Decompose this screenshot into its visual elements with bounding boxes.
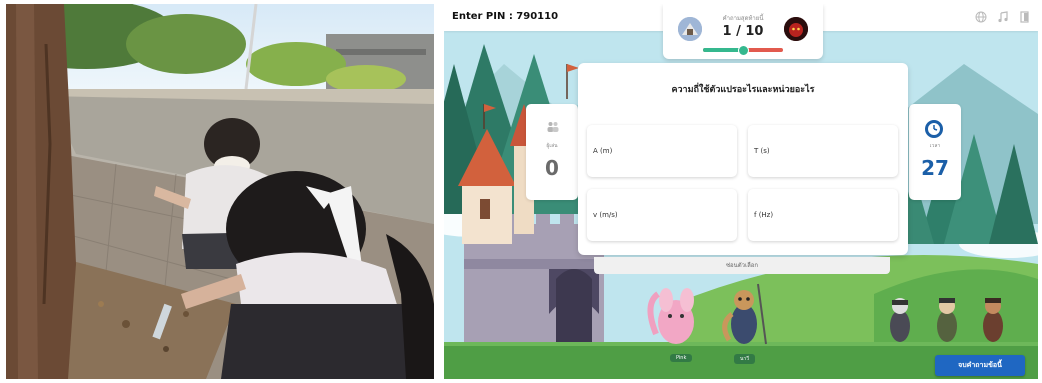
end-question-button[interactable]: จบคำถามข้อนี้ (935, 355, 1025, 376)
progress-marker (738, 45, 749, 56)
answer-label: T (s) (754, 147, 770, 155)
answer-label: A (m) (593, 147, 613, 155)
players-count: 0 (545, 156, 559, 180)
timer-caption: เวลา (929, 143, 941, 149)
answer-option-3[interactable]: v (m/s) (587, 189, 737, 241)
answer-label: f (Hz) (754, 211, 774, 219)
enemy-group (890, 298, 1003, 342)
boss-avatar (784, 17, 808, 41)
exit-icon[interactable] (1018, 10, 1032, 24)
players-card: ผู้เล่น 0 (526, 104, 578, 200)
classroom-photo (6, 4, 434, 379)
answer-option-4[interactable]: f (Hz) (748, 189, 898, 241)
clock-icon (925, 120, 943, 138)
character-label-pink: Pink (670, 354, 693, 362)
question-text: ความถี่ใช้ตัวแปรอะไรและหน่วยอะไร (671, 85, 815, 95)
answer-option-1[interactable]: A (m) (587, 125, 737, 177)
progress-bar-fill (703, 48, 743, 52)
question-card: ความถี่ใช้ตัวแปรอะไรและหน่วยอะไร A (m) T… (578, 63, 908, 255)
top-icons (974, 10, 1032, 24)
answer-option-2[interactable]: T (s) (748, 125, 898, 177)
music-icon[interactable] (996, 10, 1010, 24)
progress-card: คำถามสุดท้ายนี้ 1 / 10 (663, 4, 823, 59)
game-pin: Enter PIN : 790110 (452, 11, 559, 22)
character-label-navy: นาวี (734, 354, 756, 364)
hide-options-button[interactable]: ซ่อนตัวเลือก (594, 257, 890, 274)
timer-value: 27 (921, 156, 949, 180)
players-caption: ผู้เล่น (546, 143, 558, 149)
timer-card: เวลา 27 (909, 104, 961, 200)
people-icon (547, 122, 559, 132)
globe-icon[interactable] (974, 10, 988, 24)
quiz-game-screen: Enter PIN : 790110 คำถามสุดท้ายนี้ 1 / 1… (444, 4, 1038, 379)
answer-label: v (m/s) (593, 211, 618, 219)
